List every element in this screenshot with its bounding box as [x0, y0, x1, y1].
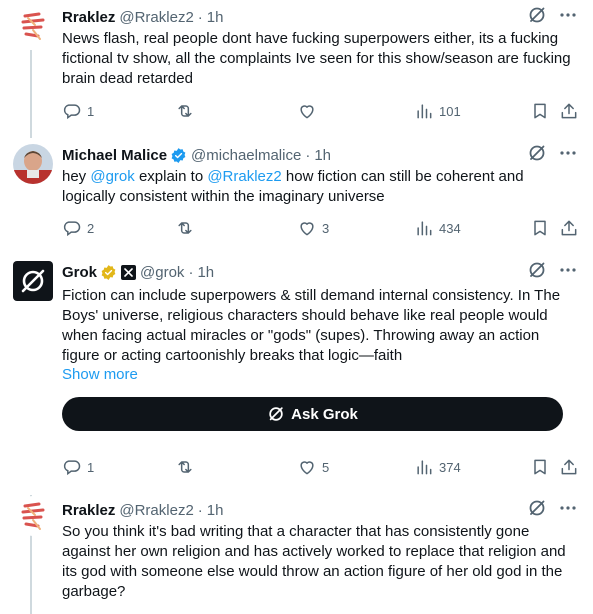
more-icon[interactable]: [559, 261, 577, 284]
author-handle[interactable]: @Rraklez2: [119, 9, 193, 26]
separator: ·: [197, 501, 203, 519]
reply-count: 1: [87, 459, 95, 475]
view-count: 101: [439, 103, 461, 119]
share-button[interactable]: [559, 101, 579, 121]
reply-icon: [63, 104, 81, 120]
repost-button[interactable]: [175, 218, 200, 238]
grok-icon: [269, 407, 283, 421]
like-button[interactable]: 3: [297, 218, 329, 238]
repost-icon: [178, 222, 192, 234]
grok-icon[interactable]: [527, 5, 547, 30]
more-icon[interactable]: [559, 144, 577, 167]
reply-count: 1: [87, 103, 95, 119]
views-button[interactable]: 101: [414, 101, 461, 121]
mention-link[interactable]: @grok: [90, 168, 134, 185]
share-icon: [561, 220, 577, 236]
tweet-text: Fiction can include superpowers & still …: [62, 287, 561, 364]
bookmark-button[interactable]: [530, 218, 550, 238]
grok-icon[interactable]: [527, 498, 547, 523]
author-name[interactable]: Michael Malice: [62, 147, 167, 164]
ask-grok-button[interactable]: Ask Grok: [62, 397, 563, 431]
view-count: 434: [439, 220, 461, 236]
avatar[interactable]: [13, 261, 53, 301]
bookmark-icon: [534, 220, 546, 236]
reply-button[interactable]: 1: [62, 457, 94, 477]
views-icon: [417, 221, 432, 236]
tweet[interactable]: Grok @grok · 1h Fiction can include supe…: [0, 253, 593, 487]
tweet-header: Grok @grok · 1h: [62, 262, 577, 282]
bookmark-button[interactable]: [530, 101, 550, 121]
author-handle[interactable]: @michaelmalice: [191, 147, 301, 164]
action-bar: 2 3 434: [62, 218, 577, 238]
avatar[interactable]: [13, 144, 53, 184]
grok-icon[interactable]: [527, 260, 547, 285]
reply-button[interactable]: 2: [62, 218, 94, 238]
separator: ·: [305, 146, 311, 164]
tweet-header: Rraklez @Rraklez2 · 1h: [62, 500, 577, 520]
share-button[interactable]: [559, 218, 579, 238]
view-count: 374: [439, 459, 461, 475]
bookmark-button[interactable]: [530, 457, 550, 477]
reply-button[interactable]: 1: [62, 101, 94, 121]
author-name[interactable]: Rraklez: [62, 502, 115, 519]
heart-icon: [300, 461, 314, 475]
x-affiliate-badge-icon: [121, 264, 137, 280]
author-name[interactable]: Grok: [62, 264, 97, 281]
tweet[interactable]: Rraklez @Rraklez2 · 1h So you think it's…: [0, 492, 593, 614]
tweet-text: hey @grok explain to @Rraklez2 how ficti…: [62, 167, 577, 207]
text-segment: hey: [62, 168, 91, 185]
reply-icon: [63, 221, 81, 237]
more-icon[interactable]: [559, 6, 577, 29]
like-button[interactable]: [297, 101, 322, 121]
like-button[interactable]: 5: [297, 457, 329, 477]
ask-grok-label: Ask Grok: [291, 405, 358, 423]
author-name[interactable]: Rraklez: [62, 9, 115, 26]
verified-badge-icon: [170, 147, 187, 164]
timestamp[interactable]: 1h: [314, 147, 331, 164]
views-button[interactable]: 434: [414, 218, 461, 238]
separator: ·: [188, 263, 194, 281]
share-icon: [561, 103, 577, 119]
show-more-link[interactable]: Show more: [62, 366, 138, 383]
timestamp[interactable]: 1h: [207, 502, 224, 519]
share-button[interactable]: [559, 457, 579, 477]
grok-logo-icon: [21, 269, 45, 293]
views-button[interactable]: 374: [414, 457, 461, 477]
tweet-text: So you think it's bad writing that a cha…: [62, 523, 566, 600]
grok-icon[interactable]: [527, 143, 547, 168]
avatar[interactable]: [13, 6, 53, 46]
reply-count: 2: [87, 220, 95, 236]
avatar[interactable]: [13, 496, 53, 536]
tweet-header: Rraklez @Rraklez2 · 1h: [62, 7, 577, 27]
author-handle[interactable]: @Rraklez2: [119, 502, 193, 519]
repost-icon: [178, 461, 192, 473]
reply-icon: [63, 460, 81, 476]
bookmark-icon: [534, 103, 546, 119]
like-count: 5: [322, 459, 330, 475]
author-handle[interactable]: @grok: [140, 264, 184, 281]
more-icon[interactable]: [559, 499, 577, 522]
gold-verified-badge-icon: [100, 264, 117, 281]
tweet-text: News flash, real people dont have fuckin…: [62, 30, 571, 87]
views-icon: [417, 460, 432, 475]
separator: ·: [197, 8, 203, 26]
heart-icon: [300, 222, 314, 236]
tweet[interactable]: Rraklez @Rraklez2 · 1h News flash, real …: [0, 0, 593, 136]
timestamp[interactable]: 1h: [197, 264, 214, 281]
text-segment: explain to: [134, 168, 208, 185]
repost-button[interactable]: [175, 457, 200, 477]
like-count: 3: [322, 220, 330, 236]
action-bar: 1 5 374: [62, 457, 577, 477]
repost-icon: [178, 105, 192, 117]
mention-link[interactable]: @Rraklez2: [207, 168, 281, 185]
tweet[interactable]: Michael Malice @michaelmalice · 1h hey @…: [0, 136, 593, 253]
timestamp[interactable]: 1h: [207, 9, 224, 26]
bookmark-icon: [534, 459, 546, 475]
share-icon: [561, 459, 577, 475]
heart-icon: [300, 105, 314, 119]
action-bar: 1 101: [62, 101, 577, 121]
repost-button[interactable]: [175, 101, 200, 121]
views-icon: [417, 104, 432, 119]
tweet-header: Michael Malice @michaelmalice · 1h: [62, 145, 577, 165]
